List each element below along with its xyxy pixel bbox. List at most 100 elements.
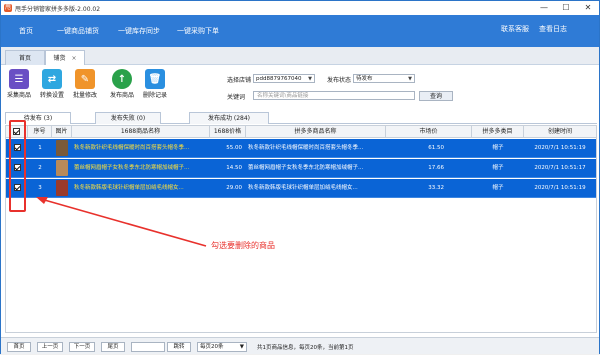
row-number: 2 xyxy=(38,165,42,171)
last-page-button[interactable]: 尾页 xyxy=(101,342,125,352)
chevron-down-icon: ▼ xyxy=(408,76,412,82)
tab-listing[interactable]: 铺货 × xyxy=(45,50,85,65)
upload-publish-icon: ↑ xyxy=(112,69,132,89)
subtab-success[interactable]: 发布成功 (284) xyxy=(189,112,269,124)
table-row[interactable]: 2 蕾丝帽网眉帽子女秋冬季东北防寒帽加绒帽子... 14.50 蕾丝帽网眉帽子女… xyxy=(6,159,596,178)
status-select[interactable]: 待发布 ▼ xyxy=(353,74,415,83)
store-value: pdd8879767040 xyxy=(256,76,302,82)
main-menu-bar: 首页 一键商品铺货 一键库存同步 一键采购下单 联系客服 查看日志 xyxy=(1,15,599,47)
jump-button[interactable]: 跳转 xyxy=(167,342,191,352)
table-row[interactable]: 1 秋冬新款针织毛线帽保暖时尚百搭套头帽冬季... 55.00 秋冬新款针织毛线… xyxy=(6,139,596,158)
action-toolbar: ☰ 采集商品 ⇄ 转换设置 ✎ 批量修改 ↑ 发布商品 🗑 删除记录 xyxy=(5,67,195,107)
page-size-value: 每页20条 xyxy=(200,344,224,350)
tab-label: 首页 xyxy=(18,55,31,62)
col-header[interactable]: 拼多多商品名称 xyxy=(246,126,386,138)
batch-edit-button[interactable]: ✎ 批量修改 xyxy=(71,67,99,107)
close-icon[interactable]: ✕ xyxy=(577,1,599,15)
col-header[interactable]: 拼多多类目 xyxy=(472,126,524,138)
contact-support-link[interactable]: 联系客服 xyxy=(501,24,529,34)
page-tabs: 首页 铺货 × xyxy=(1,47,599,65)
col-header[interactable]: 序号 xyxy=(28,126,52,138)
market-price: 61.50 xyxy=(428,145,444,151)
tool-label: 批量修改 xyxy=(72,92,97,99)
pdd-category: 帽子 xyxy=(492,165,504,171)
trash-delete-icon: 🗑 xyxy=(145,69,165,89)
keyword-label: 关键词 xyxy=(227,94,246,101)
chevron-down-icon: ▼ xyxy=(239,344,244,350)
menu-stock-sync[interactable]: 一键库存同步 xyxy=(118,26,160,36)
window-title: 甩手分销管家拼多多版-2.00.02 xyxy=(15,5,101,13)
table-header: 序号 图片 1688商品名称 1688价格 拼多多商品名称 市场价 拼多多类目 … xyxy=(6,126,596,138)
created-time: 2020/7/1 10:51:17 xyxy=(534,165,586,171)
collect-products-button[interactable]: ☰ 采集商品 xyxy=(5,67,33,107)
minimize-icon[interactable]: — xyxy=(533,1,555,15)
annotation-highlight-box xyxy=(9,120,26,212)
market-price: 33.32 xyxy=(428,185,444,191)
menu-purchase-order[interactable]: 一键采购下单 xyxy=(177,26,219,36)
tool-label: 转换设置 xyxy=(39,92,64,99)
menu-home[interactable]: 首页 xyxy=(19,26,33,36)
prev-page-button[interactable]: 上一页 xyxy=(37,342,63,352)
app-window: 甩 甩手分销管家拼多多版-2.00.02 — ☐ ✕ 首页 一键商品铺货 一键库… xyxy=(0,0,600,354)
product-thumbnail xyxy=(52,139,72,158)
status-label: 发布状态 xyxy=(327,77,352,84)
created-time: 2020/7/1 10:51:19 xyxy=(534,145,586,151)
edit-pencil-icon: ✎ xyxy=(75,69,95,89)
app-logo-icon: 甩 xyxy=(4,4,12,12)
pdd-category: 帽子 xyxy=(492,185,504,191)
col-header[interactable]: 市场价 xyxy=(386,126,472,138)
pagination-bar: 首页 上一页 下一页 尾页 跳转 每页20条 ▼ 共1页商品信息，每页20条，当前… xyxy=(1,337,599,354)
status-value: 待发布 xyxy=(356,76,373,82)
product-name-1688: 秋冬新款韩版毛球针织帽单层加绒毛线帽女... xyxy=(74,185,184,191)
product-name-pdd: 秋冬新款韩版毛球针织帽单层加绒毛线帽女... xyxy=(248,185,358,191)
convert-settings-button[interactable]: ⇄ 转换设置 xyxy=(38,67,66,107)
chevron-down-icon: ▼ xyxy=(308,76,312,82)
tool-label: 发布商品 xyxy=(109,92,134,99)
col-header[interactable]: 创建时间 xyxy=(524,126,596,138)
product-table: 序号 图片 1688商品名称 1688价格 拼多多商品名称 市场价 拼多多类目 … xyxy=(5,125,597,333)
view-log-link[interactable]: 查看日志 xyxy=(539,24,567,34)
tool-label: 采集商品 xyxy=(6,92,31,99)
first-page-button[interactable]: 首页 xyxy=(7,342,31,352)
col-header[interactable]: 1688商品名称 xyxy=(72,126,210,138)
title-bar: 甩 甩手分销管家拼多多版-2.00.02 — ☐ ✕ xyxy=(1,1,599,15)
publish-products-button[interactable]: ↑ 发布商品 xyxy=(108,67,136,107)
col-header[interactable]: 1688价格 xyxy=(210,126,246,138)
table-row[interactable]: 3 秋冬新款韩版毛球针织帽单层加绒毛线帽女... 29.00 秋冬新款韩版毛球针… xyxy=(6,179,596,198)
subtab-failed[interactable]: 发布失败 (0) xyxy=(95,112,161,124)
created-time: 2020/7/1 10:51:19 xyxy=(534,185,586,191)
market-price: 17.66 xyxy=(428,165,444,171)
tab-label: 铺货 xyxy=(53,55,66,62)
row-number: 3 xyxy=(38,185,42,191)
product-name-1688: 蕾丝帽网眉帽子女秋冬季东北防寒帽加绒帽子... xyxy=(74,165,190,171)
product-name-pdd: 蕾丝帽网眉帽子女秋冬季东北防寒帽加绒帽子... xyxy=(248,165,364,171)
product-thumbnail xyxy=(52,179,72,198)
product-name-pdd: 秋冬新款针织毛线帽保暖时尚百搭套头帽冬季... xyxy=(248,145,364,151)
tab-home[interactable]: 首页 xyxy=(5,50,45,65)
delete-records-button[interactable]: 🗑 删除记录 xyxy=(141,67,169,107)
col-header[interactable]: 图片 xyxy=(52,126,72,138)
page-number-input[interactable] xyxy=(131,342,165,352)
product-thumbnail xyxy=(52,159,72,178)
page-size-select[interactable]: 每页20条 ▼ xyxy=(197,342,247,352)
menu-one-click-listing[interactable]: 一键商品铺货 xyxy=(57,26,99,36)
store-label: 选择店铺 xyxy=(227,77,252,84)
store-select[interactable]: pdd8879767040 ▼ xyxy=(253,74,315,83)
price-1688: 14.50 xyxy=(226,165,242,171)
window-controls: — ☐ ✕ xyxy=(533,1,599,15)
keyword-input[interactable]: 名称关键词\商品链接 xyxy=(253,91,415,100)
price-1688: 55.00 xyxy=(226,145,242,151)
tool-label: 删除记录 xyxy=(142,92,167,99)
pdd-category: 帽子 xyxy=(492,145,504,151)
pagination-info: 共1页商品信息，每页20条，当前第1页 xyxy=(257,345,354,351)
list-collect-icon: ☰ xyxy=(9,69,29,89)
annotation-text: 勾选要删除的商品 xyxy=(211,241,275,250)
maximize-icon[interactable]: ☐ xyxy=(555,1,577,15)
query-button[interactable]: 查询 xyxy=(419,91,453,101)
product-name-1688: 秋冬新款针织毛线帽保暖时尚百搭套头帽冬季... xyxy=(74,145,190,151)
price-1688: 29.00 xyxy=(226,185,242,191)
tab-close-icon[interactable]: × xyxy=(71,55,76,62)
next-page-button[interactable]: 下一页 xyxy=(69,342,95,352)
row-number: 1 xyxy=(38,145,42,151)
status-subtabs: 待发布 (3) 发布失败 (0) 发布成功 (284) xyxy=(5,112,597,124)
